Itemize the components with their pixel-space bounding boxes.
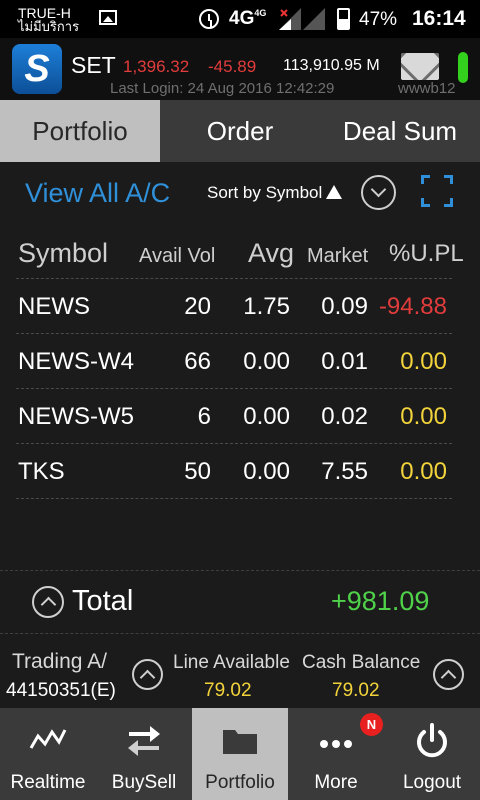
row-avail-vol: 50 bbox=[184, 458, 211, 485]
row-market: 0.01 bbox=[321, 348, 368, 375]
row-avail-vol: 20 bbox=[184, 293, 211, 320]
row-upl: 0.00 bbox=[400, 458, 447, 485]
col-symbol: Symbol bbox=[18, 238, 109, 268]
chart-line-icon bbox=[29, 729, 67, 749]
divider bbox=[16, 278, 452, 279]
battery-icon bbox=[337, 8, 350, 30]
gallery-notification-icon bbox=[99, 10, 117, 25]
row-market: 7.55 bbox=[321, 458, 368, 485]
row-avg: 0.00 bbox=[243, 458, 290, 485]
sort-by-symbol-button[interactable]: Sort by Symbol bbox=[207, 183, 343, 203]
fullscreen-icon[interactable] bbox=[421, 175, 453, 207]
trading-account-label: Trading A/ bbox=[12, 650, 107, 673]
col-upl: %U.PL bbox=[389, 240, 464, 267]
line-available-label: Line Available bbox=[173, 652, 290, 673]
total-row: Total +981.09 bbox=[0, 570, 480, 634]
nav-label: More bbox=[314, 772, 358, 793]
table-row[interactable]: NEWS 20 1.75 0.09 -94.88 bbox=[0, 293, 480, 348]
table-row[interactable]: TKS 50 0.00 7.55 0.00 bbox=[0, 458, 480, 513]
row-avg: 1.75 bbox=[243, 293, 290, 320]
clock: 16:14 bbox=[412, 7, 466, 30]
carrier-status: ไม่มีบริการ bbox=[18, 19, 80, 34]
col-market: Market bbox=[307, 245, 369, 267]
row-symbol: NEWS-W5 bbox=[18, 403, 134, 430]
row-symbol: NEWS bbox=[18, 293, 90, 320]
row-market: 0.09 bbox=[321, 293, 368, 320]
sort-ascending-icon bbox=[326, 185, 343, 199]
chevron-up-icon bbox=[139, 669, 156, 686]
table-row[interactable]: NEWS-W4 66 0.00 0.01 0.00 bbox=[0, 348, 480, 403]
carrier: TRUE-H ไม่มีบริการ bbox=[18, 6, 79, 34]
row-upl: -94.88 bbox=[378, 293, 447, 320]
row-avg: 0.00 bbox=[243, 403, 290, 430]
connection-indicator bbox=[458, 52, 468, 83]
row-symbol: TKS bbox=[18, 458, 65, 485]
tab-portfolio[interactable]: Portfolio bbox=[0, 100, 160, 162]
signal-icon-2 bbox=[303, 8, 325, 30]
chevron-down-icon bbox=[370, 181, 387, 198]
buy-sell-arrows-icon bbox=[128, 726, 160, 756]
nav-portfolio[interactable]: Portfolio bbox=[192, 708, 288, 800]
row-upl: 0.00 bbox=[400, 403, 447, 430]
col-avail-vol: Avail Vol bbox=[139, 245, 216, 267]
col-avg: Avg bbox=[248, 238, 295, 268]
divider bbox=[16, 388, 452, 389]
row-avg: 0.00 bbox=[243, 348, 290, 375]
row-upl: 0.00 bbox=[400, 348, 447, 375]
server-name: wwwb12 bbox=[398, 80, 456, 97]
network-type: 4G4G bbox=[229, 8, 267, 29]
table-row[interactable]: NEWS-W5 6 0.00 0.02 0.00 bbox=[0, 403, 480, 458]
total-label: Total bbox=[72, 585, 134, 617]
total-value: +981.09 bbox=[331, 586, 430, 616]
mail-icon[interactable] bbox=[401, 53, 439, 80]
portfolio-table-header: Symbol Avail Vol Avg Market %U.PL bbox=[0, 234, 480, 278]
last-login: Last Login: 24 Aug 2016 12:42:29 bbox=[110, 80, 335, 97]
row-market: 0.02 bbox=[321, 403, 368, 430]
nav-label: Portfolio bbox=[205, 772, 275, 793]
nav-buysell[interactable]: BuySell bbox=[96, 708, 192, 800]
nav-label: BuySell bbox=[111, 772, 177, 793]
sort-label: Sort by Symbol bbox=[207, 183, 323, 202]
trading-account-number: 44150351(E) bbox=[6, 680, 116, 701]
chevron-up-icon bbox=[440, 669, 457, 686]
divider bbox=[16, 498, 452, 499]
market-name: SET bbox=[71, 52, 116, 78]
market-header: S SET 1,396.32 -45.89 113,910.95 M Last … bbox=[0, 38, 480, 100]
more-dots-icon bbox=[320, 740, 352, 748]
sort-options-button[interactable] bbox=[361, 175, 396, 210]
row-avail-vol: 6 bbox=[197, 403, 211, 430]
row-symbol: NEWS-W4 bbox=[18, 348, 134, 375]
status-bar: TRUE-H ไม่มีบริการ 4G4G 47% 16:14 bbox=[0, 0, 480, 38]
alarm-icon bbox=[199, 9, 219, 29]
power-icon bbox=[417, 723, 447, 758]
collapse-total-button[interactable] bbox=[32, 586, 64, 618]
nav-realtime[interactable]: Realtime bbox=[0, 708, 96, 800]
tab-deal-sum[interactable]: Deal Sum bbox=[320, 100, 480, 162]
nav-logout[interactable]: Logout bbox=[384, 708, 480, 800]
nav-label: Realtime bbox=[10, 772, 86, 793]
tab-order[interactable]: Order bbox=[160, 100, 320, 162]
cash-balance-value: 79.02 bbox=[332, 680, 380, 701]
market-index: 1,396.32 bbox=[123, 57, 190, 76]
market-value: 113,910.95 M bbox=[283, 57, 380, 74]
divider bbox=[16, 443, 452, 444]
row-avail-vol: 66 bbox=[184, 348, 211, 375]
new-badge: N bbox=[360, 713, 383, 736]
folder-icon bbox=[223, 730, 257, 754]
cash-balance-label: Cash Balance bbox=[302, 652, 421, 673]
account-expand-button[interactable] bbox=[433, 659, 464, 690]
account-select-button[interactable] bbox=[132, 659, 163, 690]
battery-percent: 47% bbox=[359, 9, 398, 30]
market-change: -45.89 bbox=[208, 57, 257, 76]
account-summary: Trading A/ 44150351(E) Line Available 79… bbox=[0, 640, 480, 708]
signal-icon bbox=[279, 8, 301, 30]
chevron-up-icon bbox=[40, 596, 57, 613]
top-tabs: Portfolio Order Deal Sum bbox=[0, 100, 480, 162]
divider bbox=[16, 333, 452, 334]
bottom-nav: Realtime BuySell Portfolio More Logout bbox=[0, 708, 480, 800]
view-all-accounts-link[interactable]: View All A/C bbox=[25, 178, 170, 209]
app-logo: S bbox=[12, 44, 62, 94]
nav-label: Logout bbox=[402, 772, 462, 793]
line-available-value: 79.02 bbox=[204, 680, 252, 701]
